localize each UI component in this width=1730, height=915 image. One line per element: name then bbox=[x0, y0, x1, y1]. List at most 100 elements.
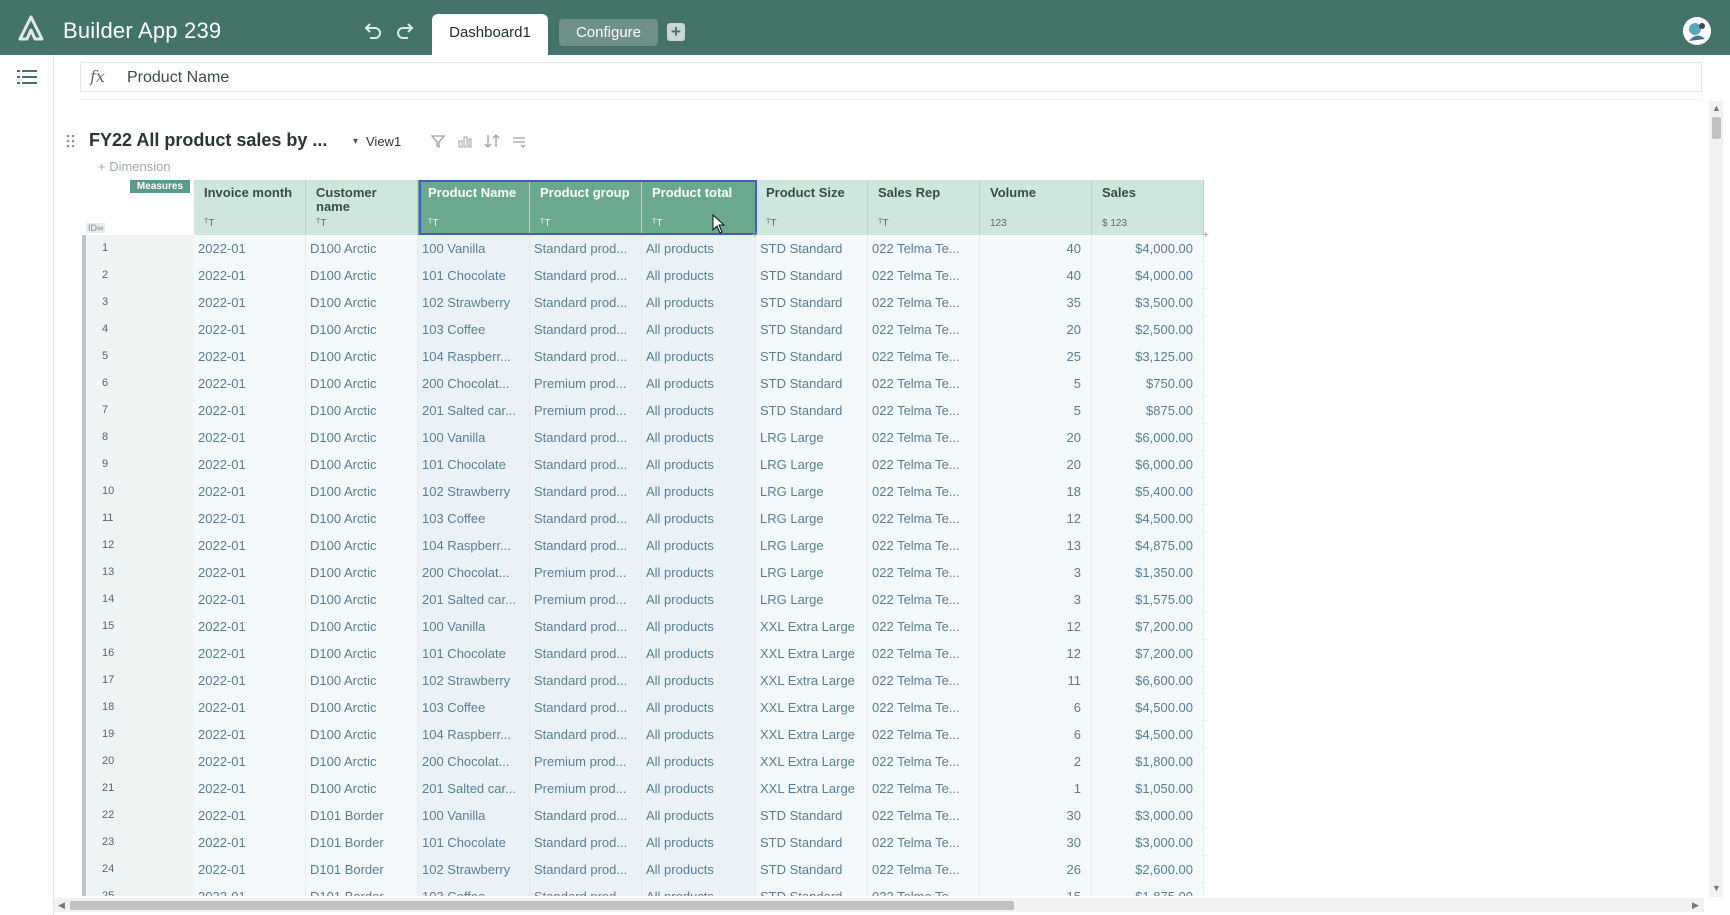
table-cell[interactable]: D100 Arctic bbox=[306, 532, 418, 559]
view-name[interactable]: View1 bbox=[366, 134, 401, 149]
table-cell[interactable]: Standard prod... bbox=[530, 829, 642, 856]
table-cell[interactable]: 022 Telma Te... bbox=[868, 532, 980, 559]
table-cell[interactable]: 5 bbox=[980, 370, 1092, 397]
table-cell[interactable]: All products bbox=[642, 640, 756, 667]
measures-tag[interactable]: Measures bbox=[130, 180, 190, 193]
row-number[interactable]: 18 bbox=[82, 694, 194, 721]
table-cell[interactable]: All products bbox=[642, 451, 756, 478]
table-cell[interactable]: $4,500.00 bbox=[1092, 694, 1204, 721]
table-cell[interactable]: 022 Telma Te... bbox=[868, 856, 980, 883]
drag-handle-icon[interactable] bbox=[66, 134, 76, 148]
table-cell[interactable]: 200 Chocolat... bbox=[418, 559, 530, 586]
table-row[interactable]: 14 2022-01 D100 Arctic 201 Salted car... Pre… bbox=[82, 586, 1207, 613]
table-cell[interactable]: 2022-01 bbox=[194, 370, 306, 397]
table-cell[interactable]: Standard prod... bbox=[530, 694, 642, 721]
table-cell[interactable]: D100 Arctic bbox=[306, 235, 418, 262]
table-cell[interactable]: STD Standard bbox=[756, 343, 868, 370]
table-cell[interactable]: All products bbox=[642, 748, 756, 775]
table-cell[interactable]: 200 Chocolat... bbox=[418, 748, 530, 775]
table-cell[interactable]: 2022-01 bbox=[194, 883, 306, 896]
table-cell[interactable]: 2022-01 bbox=[194, 829, 306, 856]
table-cell[interactable]: $4,875.00 bbox=[1092, 532, 1204, 559]
table-cell[interactable]: D100 Arctic bbox=[306, 289, 418, 316]
table-cell[interactable]: $4,500.00 bbox=[1092, 721, 1204, 748]
table-cell[interactable]: 103 Coffee bbox=[418, 883, 530, 896]
table-cell[interactable]: 6 bbox=[980, 721, 1092, 748]
table-cell[interactable]: $7,200.00 bbox=[1092, 640, 1204, 667]
table-cell[interactable]: LRG Large bbox=[756, 532, 868, 559]
row-number[interactable]: 8 bbox=[82, 424, 194, 451]
table-cell[interactable]: 2022-01 bbox=[194, 640, 306, 667]
table-cell[interactable]: 100 Vanilla bbox=[418, 613, 530, 640]
table-cell[interactable]: D100 Arctic bbox=[306, 424, 418, 451]
table-cell[interactable]: 40 bbox=[980, 262, 1092, 289]
chart-icon[interactable] bbox=[457, 133, 473, 149]
column-header[interactable]: Invoice month ᵀT bbox=[194, 180, 306, 235]
table-cell[interactable]: All products bbox=[642, 694, 756, 721]
table-cell[interactable]: 100 Vanilla bbox=[418, 424, 530, 451]
table-cell[interactable]: 022 Telma Te... bbox=[868, 829, 980, 856]
table-cell[interactable]: 20 bbox=[980, 316, 1092, 343]
add-tab-icon[interactable]: + bbox=[667, 23, 685, 41]
table-cell[interactable]: $3,000.00 bbox=[1092, 829, 1204, 856]
table-cell[interactable]: All products bbox=[642, 316, 756, 343]
user-avatar-icon[interactable] bbox=[1683, 17, 1711, 45]
table-cell[interactable]: 102 Strawberry bbox=[418, 289, 530, 316]
add-column-handle-icon[interactable]: + bbox=[752, 230, 758, 241]
table-row[interactable]: 1 2022-01 D100 Arctic 100 Vanilla Standard p… bbox=[82, 235, 1207, 262]
row-number[interactable]: 11 bbox=[82, 505, 194, 532]
table-cell[interactable]: 022 Telma Te... bbox=[868, 883, 980, 896]
row-number[interactable]: 13 bbox=[82, 559, 194, 586]
table-cell[interactable]: 30 bbox=[980, 802, 1092, 829]
table-cell[interactable]: 2022-01 bbox=[194, 586, 306, 613]
table-cell[interactable]: All products bbox=[642, 262, 756, 289]
table-cell[interactable]: All products bbox=[642, 883, 756, 896]
table-cell[interactable]: $750.00 bbox=[1092, 370, 1204, 397]
row-number[interactable]: 17 bbox=[82, 667, 194, 694]
table-cell[interactable]: 022 Telma Te... bbox=[868, 721, 980, 748]
table-cell[interactable]: $7,200.00 bbox=[1092, 613, 1204, 640]
table-cell[interactable]: 022 Telma Te... bbox=[868, 451, 980, 478]
table-cell[interactable]: 2022-01 bbox=[194, 775, 306, 802]
table-cell[interactable]: XXL Extra Large bbox=[756, 748, 868, 775]
table-cell[interactable]: D101 Border bbox=[306, 883, 418, 896]
table-row[interactable]: 11 2022-01 D100 Arctic 103 Coffee Standard p… bbox=[82, 505, 1207, 532]
table-cell[interactable]: 022 Telma Te... bbox=[868, 559, 980, 586]
table-cell[interactable]: Premium prod... bbox=[530, 748, 642, 775]
column-header[interactable]: Volume 123 bbox=[980, 180, 1092, 235]
table-cell[interactable]: 2022-01 bbox=[194, 613, 306, 640]
row-number[interactable]: 15 bbox=[82, 613, 194, 640]
table-cell[interactable]: Standard prod... bbox=[530, 856, 642, 883]
table-row[interactable]: 17 2022-01 D100 Arctic 102 Strawberry Standa… bbox=[82, 667, 1207, 694]
sort-icon[interactable] bbox=[484, 133, 500, 149]
scroll-down-icon[interactable]: ▼ bbox=[1712, 883, 1721, 893]
table-cell[interactable]: D100 Arctic bbox=[306, 694, 418, 721]
row-number[interactable]: 2 bbox=[82, 262, 194, 289]
table-cell[interactable]: LRG Large bbox=[756, 478, 868, 505]
table-cell[interactable]: 022 Telma Te... bbox=[868, 640, 980, 667]
table-cell[interactable]: D100 Arctic bbox=[306, 478, 418, 505]
table-cell[interactable]: 201 Salted car... bbox=[418, 586, 530, 613]
table-cell[interactable]: 104 Raspberr... bbox=[418, 343, 530, 370]
column-header[interactable]: Customer name ᵀT bbox=[306, 180, 418, 235]
row-number[interactable]: 12 bbox=[82, 532, 194, 559]
table-cell[interactable]: 2022-01 bbox=[194, 505, 306, 532]
table-cell[interactable]: 103 Coffee bbox=[418, 694, 530, 721]
table-cell[interactable]: 2022-01 bbox=[194, 856, 306, 883]
table-cell[interactable]: 35 bbox=[980, 289, 1092, 316]
scroll-right-icon[interactable]: ▶ bbox=[1692, 900, 1699, 911]
table-cell[interactable]: 15 bbox=[980, 883, 1092, 896]
row-number[interactable]: 16 bbox=[82, 640, 194, 667]
table-row[interactable]: 10 2022-01 D100 Arctic 102 Strawberry Standa… bbox=[82, 478, 1207, 505]
table-cell[interactable]: D100 Arctic bbox=[306, 613, 418, 640]
table-cell[interactable]: STD Standard bbox=[756, 370, 868, 397]
row-number[interactable]: 7 bbox=[82, 397, 194, 424]
table-row[interactable]: 21 2022-01 D100 Arctic 201 Salted car... Pre… bbox=[82, 775, 1207, 802]
table-cell[interactable]: D100 Arctic bbox=[306, 667, 418, 694]
table-cell[interactable]: Premium prod... bbox=[530, 370, 642, 397]
table-cell[interactable]: $3,500.00 bbox=[1092, 289, 1204, 316]
table-cell[interactable]: D100 Arctic bbox=[306, 640, 418, 667]
table-cell[interactable]: 022 Telma Te... bbox=[868, 775, 980, 802]
table-cell[interactable]: Standard prod... bbox=[530, 721, 642, 748]
horizontal-scroll-thumb[interactable] bbox=[70, 901, 1014, 910]
